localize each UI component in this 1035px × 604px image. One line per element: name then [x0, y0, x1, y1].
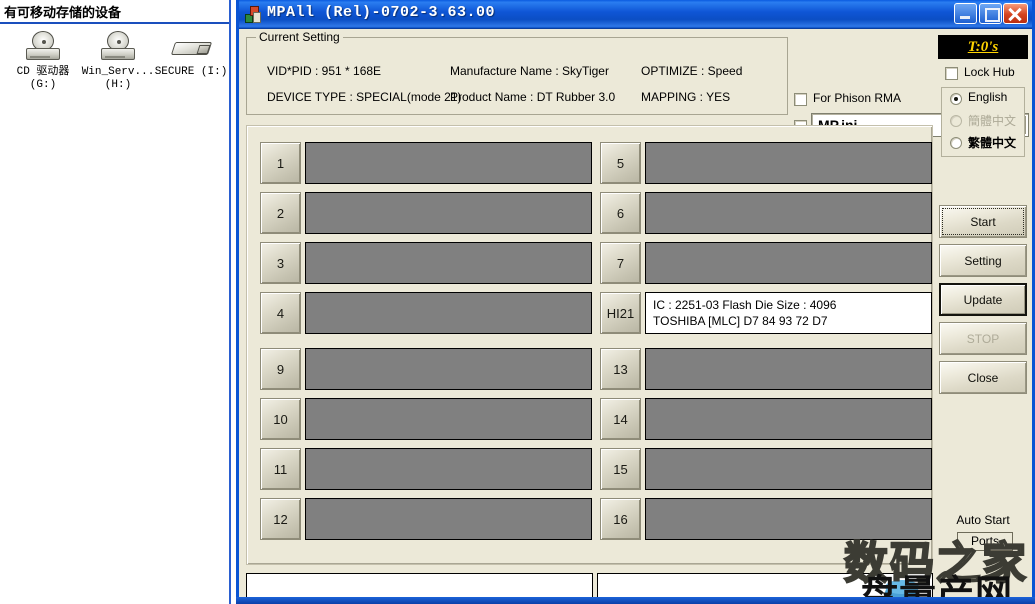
- setting-button-label: Setting: [964, 254, 1001, 268]
- lock-hub-label: Lock Hub: [964, 65, 1015, 79]
- slot-content: [305, 348, 592, 390]
- slot-button[interactable]: 5: [600, 142, 641, 184]
- close-window-button[interactable]: [1003, 3, 1028, 24]
- radio-english[interactable]: [950, 93, 962, 105]
- optimize-value: OPTIMIZE : Speed: [641, 64, 742, 78]
- slot-content: [645, 142, 932, 184]
- vid-pid-value: VID*PID : 951 * 168E: [267, 64, 381, 78]
- current-setting-group: Current Setting VID*PID : 951 * 168E DEV…: [246, 37, 788, 115]
- header-divider: [0, 22, 229, 24]
- counter-text: T:0's: [968, 39, 999, 56]
- drive-item-cd-g[interactable]: CD 驱动器 (G:): [6, 26, 80, 92]
- focus-indicator: [942, 208, 1024, 235]
- current-setting-legend: Current Setting: [256, 30, 343, 44]
- slot-button[interactable]: 9: [260, 348, 301, 390]
- update-button-label: Update: [964, 293, 1003, 307]
- slot-content: [305, 142, 592, 184]
- slot-info-line2: TOSHIBA [MLC] D7 84 93 72 D7: [653, 313, 924, 329]
- radio-traditional-chinese[interactable]: [950, 137, 962, 149]
- cd-drive-icon: [95, 26, 141, 66]
- slot-content: [305, 498, 592, 540]
- update-button[interactable]: Update: [939, 283, 1027, 316]
- slot-button[interactable]: 1: [260, 142, 301, 184]
- slot-content: [305, 242, 592, 284]
- slot-content: [305, 192, 592, 234]
- drive-item-secure-i[interactable]: SECURE (I:): [154, 26, 228, 79]
- minimize-button[interactable]: [954, 3, 977, 24]
- slot-content: [645, 192, 932, 234]
- for-phison-rma-checkbox[interactable]: [794, 93, 807, 106]
- stop-button: STOP: [939, 322, 1027, 355]
- slot-content: [645, 498, 932, 540]
- close-button-label: Close: [968, 371, 999, 385]
- slot-button[interactable]: 13: [600, 348, 641, 390]
- radio-label-english: English: [968, 90, 1007, 104]
- status-badge-counter: T:0's: [938, 35, 1028, 59]
- manufacture-name-value: Manufacture Name : SkyTiger: [450, 64, 609, 78]
- device-slot-panel: 1 2 3 4: [246, 125, 933, 565]
- slot-content-info: IC : 2251-03 Flash Die Size : 4096 TOSHI…: [645, 292, 932, 334]
- lock-hub-checkbox[interactable]: [945, 67, 958, 80]
- language-group: English 簡體中文 繁體中文: [941, 87, 1025, 157]
- slot-content: [645, 398, 932, 440]
- slot-button[interactable]: 10: [260, 398, 301, 440]
- mapping-value: MAPPING : YES: [641, 90, 730, 104]
- window-client-area: Current Setting VID*PID : 951 * 168E DEV…: [239, 29, 1032, 604]
- maximize-button[interactable]: [979, 3, 1002, 24]
- radio-row-traditional-chinese[interactable]: 繁體中文: [942, 132, 1024, 154]
- desktop-group-header: 有可移动存储的设备: [4, 2, 121, 21]
- drive-item-winserv-h[interactable]: Win_Serv... (H:): [81, 26, 155, 92]
- close-button[interactable]: Close: [939, 361, 1027, 394]
- start-button[interactable]: Start: [939, 205, 1027, 238]
- slot-button[interactable]: 11: [260, 448, 301, 490]
- radio-row-english[interactable]: English: [942, 88, 1024, 110]
- pane-divider: [229, 0, 231, 604]
- slot-info-line1: IC : 2251-03 Flash Die Size : 4096: [653, 297, 924, 313]
- mpall-window: MPAll (Rel)-0702-3.63.00 Current Setting…: [236, 0, 1035, 604]
- radio-label-simplified-chinese: 簡體中文: [968, 112, 1016, 129]
- slot-button[interactable]: 16: [600, 498, 641, 540]
- screen: 有可移动存储的设备 CD 驱动器 (G:) Win_Serv... (H:) S…: [0, 0, 1035, 604]
- slot-button[interactable]: 2: [260, 192, 301, 234]
- product-name-value: Product Name : DT Rubber 3.0: [450, 90, 615, 104]
- radio-row-simplified-chinese: 簡體中文: [942, 110, 1024, 132]
- window-titlebar[interactable]: MPAll (Rel)-0702-3.63.00: [239, 0, 1032, 29]
- device-type-value: DEVICE TYPE : SPECIAL(mode 21): [267, 90, 462, 104]
- slot-button[interactable]: 3: [260, 242, 301, 284]
- cd-drive-icon: [20, 26, 66, 66]
- slot-content: [305, 292, 592, 334]
- slot-button[interactable]: 12: [260, 498, 301, 540]
- slot-content: [305, 398, 592, 440]
- drive-label: SECURE (I:): [154, 66, 228, 79]
- setting-button[interactable]: Setting: [939, 244, 1027, 277]
- slot-button[interactable]: 14: [600, 398, 641, 440]
- window-title: MPAll (Rel)-0702-3.63.00: [267, 4, 495, 21]
- radio-simplified-chinese: [950, 115, 962, 127]
- slot-content: [645, 448, 932, 490]
- ports-field[interactable]: Ports: [957, 532, 1013, 551]
- app-icon: [244, 5, 262, 23]
- slot-button[interactable]: 4: [260, 292, 301, 334]
- stop-button-label: STOP: [967, 332, 999, 346]
- slot-content: [645, 242, 932, 284]
- for-phison-rma-label: For Phison RMA: [813, 91, 901, 105]
- desktop-pane: 有可移动存储的设备 CD 驱动器 (G:) Win_Serv... (H:) S…: [0, 0, 236, 604]
- radio-label-traditional-chinese: 繁體中文: [968, 134, 1016, 151]
- slot-button[interactable]: HI21: [600, 292, 641, 334]
- slot-content: [305, 448, 592, 490]
- slot-button[interactable]: 6: [600, 192, 641, 234]
- drive-label: CD 驱动器 (G:): [6, 66, 80, 92]
- drive-label: Win_Serv... (H:): [81, 66, 155, 92]
- removable-disk-icon: [168, 26, 214, 66]
- slot-content: [645, 348, 932, 390]
- taskbar-strip: [236, 597, 1035, 604]
- slot-button[interactable]: 7: [600, 242, 641, 284]
- auto-start-label: Auto Start: [939, 513, 1027, 527]
- slot-button[interactable]: 15: [600, 448, 641, 490]
